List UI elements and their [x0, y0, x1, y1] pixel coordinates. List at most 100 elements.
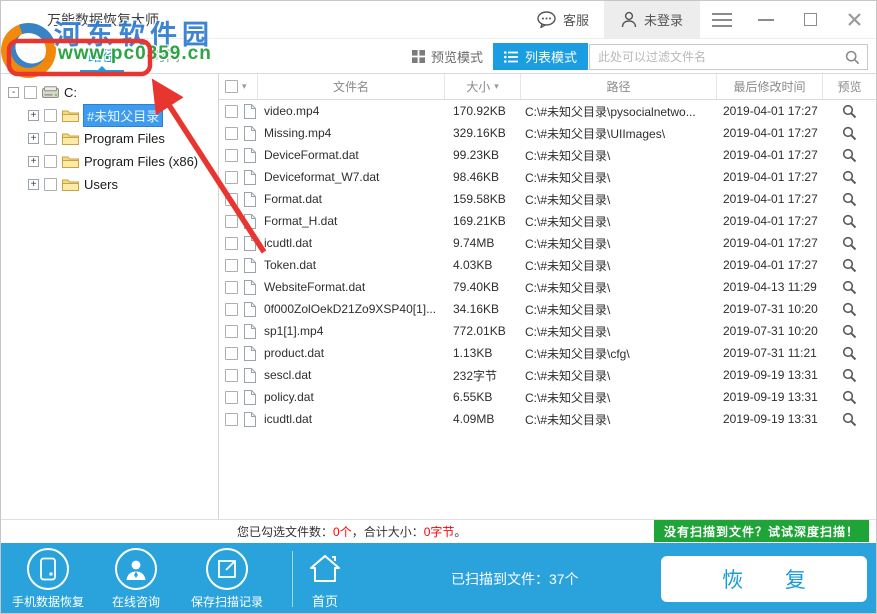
- preview-magnifier-icon[interactable]: [842, 126, 857, 141]
- table-row[interactable]: DeviceFormat.dat 99.23KB C:\#未知父目录\ 2019…: [219, 144, 876, 166]
- table-row[interactable]: icudtl.dat 4.09MB C:\#未知父目录\ 2019-09-19 …: [219, 408, 876, 430]
- filter-input[interactable]: [590, 45, 845, 69]
- preview-magnifier-icon[interactable]: [842, 346, 857, 361]
- preview-magnifier-icon[interactable]: [842, 390, 857, 405]
- file-icon: [244, 192, 256, 207]
- row-checkbox[interactable]: [225, 347, 238, 360]
- tab-time[interactable]: 时间: [147, 39, 185, 73]
- preview-magnifier-icon[interactable]: [842, 258, 857, 273]
- table-row[interactable]: Token.dat 4.03KB C:\#未知父目录\ 2019-04-01 1…: [219, 254, 876, 276]
- home-icon: [309, 554, 341, 583]
- preview-magnifier-icon[interactable]: [842, 280, 857, 295]
- phone-icon: [27, 548, 69, 590]
- preview-magnifier-icon[interactable]: [842, 302, 857, 317]
- collapse-expander-icon[interactable]: -: [8, 87, 19, 98]
- action-label: 在线咨询: [95, 593, 177, 610]
- row-checkbox[interactable]: [225, 281, 238, 294]
- row-checkbox[interactable]: [225, 237, 238, 250]
- table-row[interactable]: 0f000ZolOekD21Zo9XSP40[1]... 34.16KB C:\…: [219, 298, 876, 320]
- table-row[interactable]: sp1[1].mp4 772.01KB C:\#未知父目录\ 2019-07-3…: [219, 320, 876, 342]
- customer-service-button[interactable]: 客服: [522, 1, 604, 38]
- search-icon[interactable]: [845, 50, 860, 65]
- tab-path[interactable]: 路径: [83, 39, 121, 73]
- tree-item-users[interactable]: + Users: [1, 173, 218, 196]
- file-size: 34.16KB: [445, 302, 521, 316]
- tree-item-program-files[interactable]: + Program Files: [1, 127, 218, 150]
- row-checkbox[interactable]: [225, 215, 238, 228]
- preview-magnifier-icon[interactable]: [842, 214, 857, 229]
- preview-magnifier-icon[interactable]: [842, 148, 857, 163]
- table-row[interactable]: Missing.mp4 329.16KB C:\#未知父目录\UIImages\…: [219, 122, 876, 144]
- tree-checkbox[interactable]: [24, 86, 37, 99]
- table-row[interactable]: Deviceformat_W7.dat 98.46KB C:\#未知父目录\ 2…: [219, 166, 876, 188]
- tree-item-program-files-x86[interactable]: + Program Files (x86): [1, 150, 218, 173]
- preview-magnifier-icon[interactable]: [842, 412, 857, 427]
- preview-magnifier-icon[interactable]: [842, 192, 857, 207]
- table-row[interactable]: policy.dat 6.55KB C:\#未知父目录\ 2019-09-19 …: [219, 386, 876, 408]
- preview-magnifier-icon[interactable]: [842, 170, 857, 185]
- select-all-checkbox[interactable]: [225, 80, 238, 93]
- col-header-modified[interactable]: 最后修改时间: [717, 74, 823, 99]
- table-row[interactable]: Format.dat 159.58KB C:\#未知父目录\ 2019-04-0…: [219, 188, 876, 210]
- preview-magnifier-icon[interactable]: [842, 324, 857, 339]
- preview-mode-label: 预览模式: [431, 47, 483, 66]
- col-header-size[interactable]: 大小▾: [445, 74, 521, 99]
- tree-checkbox[interactable]: [44, 178, 57, 191]
- row-checkbox[interactable]: [225, 303, 238, 316]
- tree-checkbox[interactable]: [44, 132, 57, 145]
- tree-item-unknown-parent-dir[interactable]: + #未知父目录: [1, 104, 218, 127]
- row-checkbox[interactable]: [225, 369, 238, 382]
- row-checkbox[interactable]: [225, 413, 238, 426]
- folder-icon: [62, 155, 79, 168]
- scanned-count-text: 已扫描到文件：37个: [451, 569, 579, 589]
- table-row[interactable]: WebsiteFormat.dat 79.40KB C:\#未知父目录\ 201…: [219, 276, 876, 298]
- row-checkbox[interactable]: [225, 127, 238, 140]
- row-checkbox[interactable]: [225, 391, 238, 404]
- table-row[interactable]: icudtl.dat 9.74MB C:\#未知父目录\ 2019-04-01 …: [219, 232, 876, 254]
- close-button[interactable]: [832, 1, 876, 38]
- file-size: 1.13KB: [445, 346, 521, 360]
- tree-checkbox[interactable]: [44, 109, 57, 122]
- recover-button[interactable]: 恢 复: [661, 556, 867, 602]
- row-checkbox[interactable]: [225, 171, 238, 184]
- file-icon: [244, 368, 256, 383]
- row-checkbox[interactable]: [225, 149, 238, 162]
- tree-item-c-drive[interactable]: - C:: [1, 81, 218, 104]
- table-row[interactable]: Format_H.dat 169.21KB C:\#未知父目录\ 2019-04…: [219, 210, 876, 232]
- menu-button[interactable]: [700, 1, 744, 38]
- table-row[interactable]: sescl.dat 232字节 C:\#未知父目录\ 2019-09-19 13…: [219, 364, 876, 386]
- expand-expander-icon[interactable]: +: [28, 156, 39, 167]
- dropdown-caret-icon[interactable]: ▾: [242, 82, 247, 91]
- col-header-name[interactable]: 文件名: [258, 74, 445, 99]
- file-modified: 2019-04-01 17:27: [717, 170, 823, 184]
- tab-type[interactable]: 类型: [19, 39, 57, 73]
- file-size: 170.92KB: [445, 104, 521, 118]
- minimize-button[interactable]: [744, 1, 788, 38]
- home-button[interactable]: 首页: [300, 554, 350, 610]
- expand-expander-icon[interactable]: +: [28, 179, 39, 190]
- save-scan-record-button[interactable]: 保存扫描记录: [179, 548, 275, 610]
- table-row[interactable]: video.mp4 170.92KB C:\#未知父目录\pysocialnet…: [219, 100, 876, 122]
- row-checkbox[interactable]: [225, 193, 238, 206]
- row-checkbox[interactable]: [225, 259, 238, 272]
- preview-magnifier-icon[interactable]: [842, 236, 857, 251]
- deep-scan-button[interactable]: 没有扫描到文件？试试深度扫描！: [654, 520, 869, 542]
- login-button[interactable]: 未登录: [604, 1, 700, 38]
- online-consult-button[interactable]: 在线咨询: [95, 548, 177, 610]
- file-size: 329.16KB: [445, 126, 521, 140]
- row-checkbox[interactable]: [225, 105, 238, 118]
- expand-expander-icon[interactable]: +: [28, 133, 39, 144]
- file-size: 99.23KB: [445, 148, 521, 162]
- tree-checkbox[interactable]: [44, 155, 57, 168]
- table-row[interactable]: product.dat 1.13KB C:\#未知父目录\cfg\ 2019-0…: [219, 342, 876, 364]
- list-mode-button[interactable]: 列表模式: [493, 43, 588, 70]
- maximize-button[interactable]: [788, 1, 832, 38]
- row-checkbox[interactable]: [225, 325, 238, 338]
- preview-magnifier-icon[interactable]: [842, 368, 857, 383]
- preview-mode-button[interactable]: 预览模式: [412, 39, 483, 73]
- preview-magnifier-icon[interactable]: [842, 104, 857, 119]
- phone-recovery-button[interactable]: 手机数据恢复: [3, 548, 93, 610]
- col-header-path[interactable]: 路径: [521, 74, 717, 99]
- expand-expander-icon[interactable]: +: [28, 110, 39, 121]
- file-modified: 2019-07-31 10:20: [717, 324, 823, 338]
